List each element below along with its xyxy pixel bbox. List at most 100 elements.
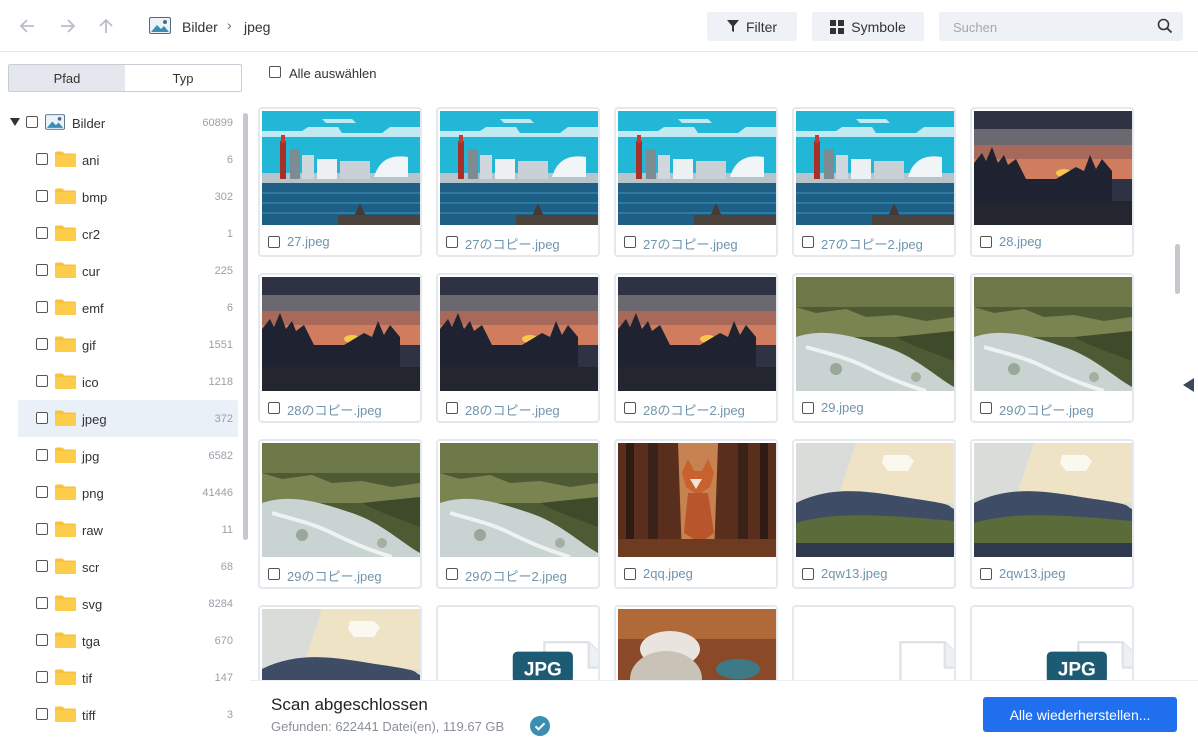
tree-root-bilder[interactable]: Bilder 60899 xyxy=(0,104,238,141)
search-input[interactable] xyxy=(953,17,1153,37)
image-thumbnail xyxy=(440,277,598,391)
sidebar-item-checkbox[interactable] xyxy=(36,264,48,276)
sidebar-item-checkbox[interactable] xyxy=(36,634,48,646)
file-checkbox[interactable] xyxy=(268,236,280,248)
folder-icon xyxy=(55,669,76,685)
sidebar-item-checkbox[interactable] xyxy=(36,153,48,165)
sidebar-item-tif[interactable]: tif 147 xyxy=(0,659,238,696)
sidebar-item-checkbox[interactable] xyxy=(36,227,48,239)
file-card[interactable]: 27のコピー.jpeg xyxy=(614,107,778,257)
file-checkbox[interactable] xyxy=(446,236,458,248)
file-card[interactable]: 2qq.jpeg xyxy=(614,439,778,589)
file-card[interactable] xyxy=(792,605,956,685)
folder-icon xyxy=(55,188,76,204)
up-arrow-icon[interactable] xyxy=(95,15,117,37)
file-card[interactable]: 28.jpeg xyxy=(970,107,1134,257)
sidebar-item-checkbox[interactable] xyxy=(36,486,48,498)
sidebar-item-scr[interactable]: scr 68 xyxy=(0,548,238,585)
sidebar-item-tiff[interactable]: tiff 3 xyxy=(0,696,238,733)
file-card[interactable]: 29.jpeg xyxy=(792,273,956,423)
tab-pfad[interactable]: Pfad xyxy=(9,65,125,91)
tree-root-count: 60899 xyxy=(202,117,233,129)
file-card[interactable]: JPG xyxy=(970,605,1134,685)
file-card[interactable]: 2qw13.jpeg xyxy=(792,439,956,589)
tab-typ[interactable]: Typ xyxy=(125,65,241,91)
back-arrow-icon[interactable] xyxy=(17,15,39,37)
sidebar-item-checkbox[interactable] xyxy=(36,412,48,424)
file-card[interactable]: 29のコピー.jpeg xyxy=(970,273,1134,423)
filter-button[interactable]: Filter xyxy=(707,12,797,41)
file-card[interactable]: 29のコピー2.jpeg xyxy=(436,439,600,589)
sidebar-item-checkbox[interactable] xyxy=(36,708,48,720)
file-card[interactable]: 29のコピー.jpeg xyxy=(258,439,422,589)
sidebar-item-gif[interactable]: gif 1551 xyxy=(0,326,238,363)
file-card[interactable]: 27のコピー2.jpeg xyxy=(792,107,956,257)
sidebar-item-jpg[interactable]: jpg 6582 xyxy=(0,437,238,474)
sidebar-item-label: png xyxy=(82,486,104,501)
search-icon[interactable] xyxy=(1157,18,1173,34)
file-checkbox[interactable] xyxy=(446,568,458,580)
sidebar-item-label: tiff xyxy=(82,708,96,723)
sidebar-item-ani[interactable]: ani 6 xyxy=(0,141,238,178)
sidebar-item-png[interactable]: png 41446 xyxy=(0,474,238,511)
file-checkbox[interactable] xyxy=(802,402,814,414)
sidebar-item-label: cur xyxy=(82,264,101,279)
file-checkbox[interactable] xyxy=(268,568,280,580)
select-all-checkbox[interactable] xyxy=(269,66,281,78)
sidebar-item-checkbox[interactable] xyxy=(36,338,48,350)
sidebar-item-checkbox[interactable] xyxy=(36,190,48,202)
collapse-panel-icon[interactable] xyxy=(1183,378,1194,392)
file-checkbox[interactable] xyxy=(268,402,280,414)
grid-view-icon xyxy=(830,19,845,34)
sidebar-item-checkbox[interactable] xyxy=(36,523,48,535)
sidebar-item-emf[interactable]: emf 6 xyxy=(0,289,238,326)
file-card[interactable]: JPG xyxy=(436,605,600,685)
file-card[interactable]: 28のコピー2.jpeg xyxy=(614,273,778,423)
filter-label: Filter xyxy=(745,18,778,35)
breadcrumb-jpeg[interactable]: jpeg xyxy=(244,19,270,35)
file-card[interactable] xyxy=(258,605,422,685)
sidebar-item-jpeg[interactable]: jpeg 372 xyxy=(18,400,238,437)
tree-root-checkbox[interactable] xyxy=(26,116,38,128)
file-card[interactable]: 28のコピー.jpeg xyxy=(258,273,422,423)
file-checkbox[interactable] xyxy=(624,236,636,248)
sidebar-item-checkbox[interactable] xyxy=(36,671,48,683)
check-circle-icon xyxy=(530,716,550,736)
sidebar-item-checkbox[interactable] xyxy=(36,597,48,609)
view-mode-button[interactable]: Symbole xyxy=(812,12,924,41)
forward-arrow-icon[interactable] xyxy=(56,15,78,37)
sidebar-scrollbar[interactable] xyxy=(243,113,248,540)
sidebar-item-tga[interactable]: tga 670 xyxy=(0,622,238,659)
sidebar-item-cur[interactable]: cur 225 xyxy=(0,252,238,289)
file-checkbox[interactable] xyxy=(624,402,636,414)
sidebar-item-raw[interactable]: raw 11 xyxy=(0,511,238,548)
sidebar-item-checkbox[interactable] xyxy=(36,301,48,313)
file-card[interactable]: 28のコピー.jpeg xyxy=(436,273,600,423)
sidebar-item-checkbox[interactable] xyxy=(36,375,48,387)
sidebar-item-svg[interactable]: svg 8284 xyxy=(0,585,238,622)
file-card[interactable]: 27のコピー.jpeg xyxy=(436,107,600,257)
expand-triangle-icon[interactable] xyxy=(10,118,20,126)
file-card[interactable]: 2qw13.jpeg xyxy=(970,439,1134,589)
sidebar-item-count: 225 xyxy=(214,265,233,277)
file-checkbox[interactable] xyxy=(980,402,992,414)
breadcrumb-bilder[interactable]: Bilder xyxy=(182,19,218,35)
sidebar-item-bmp[interactable]: bmp 302 xyxy=(0,178,238,215)
file-card[interactable]: 27.jpeg xyxy=(258,107,422,257)
file-card[interactable] xyxy=(614,605,778,685)
sidebar-item-checkbox[interactable] xyxy=(36,449,48,461)
restore-all-button[interactable]: Alle wiederherstellen... xyxy=(983,697,1177,732)
file-checkbox[interactable] xyxy=(980,236,992,248)
main-scrollbar[interactable] xyxy=(1175,244,1180,294)
sidebar-item-ico[interactable]: ico 1218 xyxy=(0,363,238,400)
file-checkbox[interactable] xyxy=(446,402,458,414)
sidebar-item-checkbox[interactable] xyxy=(36,560,48,572)
file-checkbox[interactable] xyxy=(624,568,636,580)
file-checkbox[interactable] xyxy=(802,568,814,580)
pictures-folder-icon xyxy=(45,114,65,130)
sidebar-item-cr2[interactable]: cr2 1 xyxy=(0,215,238,252)
sidebar-item-label: tif xyxy=(82,671,93,686)
file-checkbox[interactable] xyxy=(802,236,814,248)
file-checkbox[interactable] xyxy=(980,568,992,580)
file-name: 28のコピー.jpeg xyxy=(287,403,382,418)
